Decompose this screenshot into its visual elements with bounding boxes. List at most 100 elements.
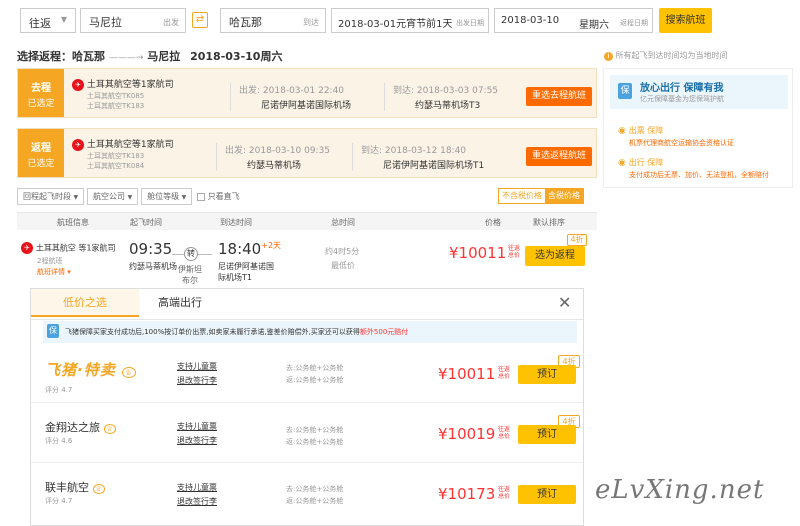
filter-cabin-label: 舱位等级 bbox=[147, 192, 180, 201]
filter-airline-label: 航空公司 bbox=[93, 192, 126, 201]
inbound-depart-label: 出发: bbox=[225, 146, 247, 156]
vendor-row: 飞猪·特卖 ♕ 评分 4.7 支持儿童票 退改签行李 去:公务舱+公务舱 返:公… bbox=[31, 347, 583, 403]
flight-details-link[interactable]: 航班详情 ▾ bbox=[37, 267, 116, 277]
search-flights-button[interactable]: 搜索航班 bbox=[659, 8, 712, 33]
baggage-rules-link[interactable]: 退改签行李 bbox=[177, 375, 217, 386]
promo-item2-title: 出行 保障 bbox=[628, 158, 664, 167]
title-dest: 马尼拉 bbox=[147, 50, 181, 63]
filter-time-select[interactable]: 回程起飞时段 ▼ bbox=[17, 188, 85, 205]
from-city-input[interactable]: 马尼拉 出发 bbox=[80, 8, 186, 33]
inbound-tab-status: 已选定 bbox=[27, 159, 55, 169]
promo-item-2: ◉ 出行 保障 支付成功后无票、加价、无法登机，全额赔付 bbox=[618, 157, 769, 180]
chevron-down-icon: ▼ bbox=[60, 15, 67, 24]
vendor-rating: 评分 4.6 bbox=[45, 437, 73, 445]
promo-subtitle: 亿元保障基金为您保驾护航 bbox=[640, 95, 724, 103]
inbound-tab: 返程 已选定 bbox=[18, 129, 64, 177]
arrive-plus-days: +2天 bbox=[261, 241, 282, 250]
filter-airline-select[interactable]: 航空公司 ▼ bbox=[87, 188, 139, 205]
vendor-name: 联丰航空 ♕ bbox=[45, 479, 105, 495]
vendor-name: 金翔达之旅 ♕ bbox=[45, 419, 116, 435]
to-city-value: 哈瓦那 bbox=[229, 16, 262, 29]
flight-details-label: 航班详情 bbox=[37, 268, 65, 276]
info-icon: i bbox=[604, 52, 613, 61]
col-duration[interactable]: 总时间 bbox=[331, 217, 355, 228]
result-arrive-airport: 尼诺伊阿基诺国际机场T1 bbox=[218, 262, 274, 282]
outbound-depart-label: 出发: bbox=[239, 86, 261, 96]
filter-cabin-select[interactable]: 舱位等级 ▼ bbox=[141, 188, 193, 205]
inbound-card: 返程 已选定 ✈ 土耳其航空等1家航司 土耳其航空TK183 土耳其航空TK08… bbox=[17, 128, 597, 178]
filter-bar: 回程起飞时段 ▼ 航空公司 ▼ 舱位等级 ▼ 只看直飞 不含税价格 含税价格 bbox=[17, 188, 597, 206]
vendor-name-text: 联丰航空 bbox=[45, 481, 89, 494]
tab-high-end[interactable]: 高端出行 bbox=[158, 289, 202, 317]
col-arrive[interactable]: 到达时间 bbox=[220, 217, 252, 228]
col-depart[interactable]: 起飞时间 bbox=[130, 217, 162, 228]
depart-date-input[interactable]: 2018-03-01元宵节前1天 出发日期 bbox=[331, 8, 489, 33]
direct-only-checkbox[interactable]: 只看直飞 bbox=[197, 192, 240, 201]
col-sort[interactable]: 默认排序 bbox=[533, 217, 565, 228]
shield-icon: 保 bbox=[47, 324, 59, 338]
inbound-arrive: 到达: 2018-03-12 18:40 尼诺伊阿基诺国际机场T1 bbox=[352, 143, 484, 171]
shield-icon: 保 bbox=[618, 83, 632, 99]
crown-icon: ♕ bbox=[103, 424, 116, 434]
return-date-input[interactable]: 2018-03-10 星期六 返程日期 bbox=[494, 8, 653, 33]
promo-item-1: ◉ 出票 保障 机票代理商航空运输协会资格认证 bbox=[618, 125, 734, 148]
close-icon[interactable]: ✕ bbox=[558, 293, 571, 312]
outbound-depart-time: 2018-03-01 22:40 bbox=[262, 86, 345, 96]
child-ticket-link[interactable]: 支持儿童票 bbox=[177, 361, 217, 372]
chevron-down-icon: ▼ bbox=[181, 194, 187, 201]
swap-icon[interactable]: ⇄ bbox=[192, 12, 208, 28]
inbound-tab-label: 返程 bbox=[31, 143, 51, 154]
flight-result-row[interactable]: ✈ 土耳其航空 等1家航司 2程航班 航班详情 ▾ 09:35 约瑟马蒂机场 转… bbox=[17, 232, 597, 285]
price-incl-tax-toggle[interactable]: 含税价格 bbox=[545, 189, 583, 203]
inbound-arrive-label: 到达: bbox=[361, 146, 383, 156]
reselect-inbound-button[interactable]: 重选返程航班 bbox=[526, 147, 592, 166]
result-stops: 2程航班 bbox=[37, 257, 63, 265]
discount-tag: 4折 bbox=[567, 234, 587, 246]
promo-title: 放心出行 保障有我 bbox=[640, 83, 724, 94]
inbound-arrive-time: 2018-03-12 18:40 bbox=[384, 146, 467, 156]
col-price[interactable]: 价格 bbox=[485, 217, 501, 228]
direct-only-label: 只看直飞 bbox=[207, 192, 240, 201]
cabin-out: 去:公务舱+公务舱 bbox=[286, 426, 344, 434]
depart-date-value: 2018-03-01元宵节前1天 bbox=[338, 19, 453, 30]
child-ticket-link[interactable]: 支持儿童票 bbox=[177, 421, 217, 432]
baggage-rules-link[interactable]: 退改签行李 bbox=[177, 435, 217, 446]
chevron-down-icon: ▼ bbox=[73, 194, 79, 201]
tab-low-price[interactable]: 低价之选 bbox=[31, 289, 139, 317]
outbound-arrive-airport: 约瑟马蒂机场T3 bbox=[415, 101, 481, 111]
return-date-value: 2018-03-10 bbox=[501, 15, 560, 26]
return-weekday: 星期六 bbox=[579, 20, 609, 31]
baggage-rules-link[interactable]: 退改签行李 bbox=[177, 496, 217, 507]
outbound-tab-label: 去程 bbox=[31, 83, 51, 94]
inbound-flight2: 土耳其航空TK084 bbox=[87, 161, 145, 170]
book-button[interactable]: 预订 bbox=[518, 365, 576, 384]
outbound-arrive: 到达: 2018-03-03 07:55 约瑟马蒂机场T3 bbox=[384, 83, 498, 111]
title-origin: 选择返程：哈瓦那 bbox=[17, 50, 105, 63]
guarantee-promo: 保 放心出行 保障有我 亿元保障基金为您保驾护航 ◉ 出票 保障 机票代理商航空… bbox=[603, 68, 793, 188]
select-return-button[interactable]: 选为返程 bbox=[525, 246, 585, 266]
guarantee-highlight: 额外500元赔付 bbox=[359, 328, 409, 336]
result-depart-time: 09:35 bbox=[129, 240, 173, 258]
reselect-outbound-button[interactable]: 重选去程航班 bbox=[526, 87, 592, 106]
vendor-price: ¥10173 bbox=[438, 485, 496, 503]
trip-type-select[interactable]: 往返 ▼ bbox=[20, 8, 76, 33]
outbound-airline: 土耳其航空等1家航司 bbox=[86, 80, 174, 90]
panel-divider bbox=[31, 319, 583, 320]
trip-type-label: 往返 bbox=[29, 17, 51, 30]
watermark: eLvXing.net bbox=[595, 475, 765, 505]
outbound-flight2: 土耳其航空TK183 bbox=[87, 101, 145, 110]
vendor-price-tag: 往返总价 bbox=[498, 366, 511, 380]
price-excl-tax-toggle[interactable]: 不含税价格 bbox=[499, 189, 545, 203]
book-button[interactable]: 预订 bbox=[518, 485, 576, 504]
inbound-depart: 出发: 2018-03-10 09:35 约瑟马蒂机场 bbox=[216, 143, 330, 171]
outbound-depart-airport: 尼诺伊阿基诺国际机场 bbox=[261, 101, 352, 111]
inbound-airline-block: ✈ 土耳其航空等1家航司 土耳其航空TK183 土耳其航空TK084 bbox=[72, 137, 174, 171]
vendor-name-text: 飞猪·特卖 bbox=[45, 361, 116, 379]
child-ticket-link[interactable]: 支持儿童票 bbox=[177, 482, 217, 493]
crown-icon: ♕ bbox=[121, 367, 137, 378]
outbound-depart: 出发: 2018-03-01 22:40 尼诺伊阿基诺国际机场 bbox=[230, 83, 351, 111]
vendor-price-tag: 往返总价 bbox=[498, 426, 511, 440]
book-button[interactable]: 预订 bbox=[518, 425, 576, 444]
to-city-input[interactable]: 哈瓦那 到达 bbox=[220, 8, 326, 33]
vendor-rating: 评分 4.7 bbox=[45, 497, 73, 505]
